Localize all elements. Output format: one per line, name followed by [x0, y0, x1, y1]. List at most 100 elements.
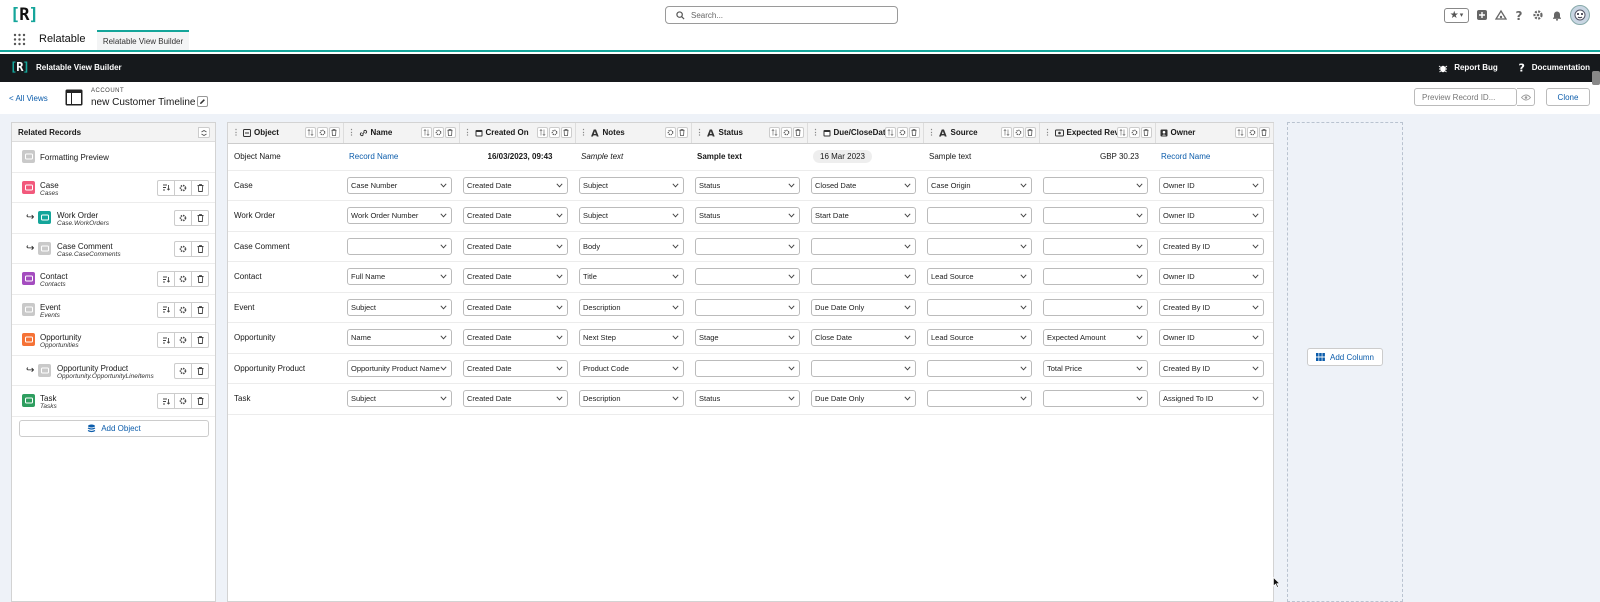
field-select[interactable]: Title	[579, 268, 684, 286]
field-select[interactable]: Total Price	[1043, 359, 1148, 377]
settings-button[interactable]	[174, 240, 192, 257]
field-select[interactable]: Created By ID	[1159, 298, 1264, 316]
related-record-item[interactable]: Formatting Preview	[12, 142, 215, 173]
field-select[interactable]: Next Step	[579, 329, 684, 347]
drag-handle-icon[interactable]: ⋮	[232, 128, 240, 137]
field-select[interactable]	[927, 207, 1032, 225]
field-select[interactable]: Due Date Only	[811, 390, 916, 408]
field-select[interactable]: Owner ID	[1159, 207, 1264, 225]
field-select[interactable]	[811, 268, 916, 286]
field-select[interactable]: Subject	[347, 298, 452, 316]
column-settings-button[interactable]	[1012, 127, 1024, 138]
field-select[interactable]	[1043, 268, 1148, 286]
favorites-button[interactable]: ★ ▾	[1444, 7, 1469, 23]
field-select[interactable]: Stage	[695, 329, 800, 347]
settings-button[interactable]	[174, 179, 192, 196]
column-delete-button[interactable]	[908, 127, 920, 138]
column-settings-button[interactable]	[780, 127, 792, 138]
add-icon[interactable]	[1476, 9, 1488, 21]
field-select[interactable]	[927, 390, 1032, 408]
field-select[interactable]	[695, 237, 800, 255]
field-select[interactable]: Subject	[347, 390, 452, 408]
column-delete-button[interactable]	[444, 127, 456, 138]
field-select[interactable]: Created Date	[463, 390, 568, 408]
preview-record-input[interactable]: Preview Record ID...	[1414, 88, 1517, 106]
add-object-button[interactable]: Add Object	[19, 420, 209, 437]
settings-button[interactable]	[174, 210, 192, 226]
column-header[interactable]: ⋮ A Status	[691, 123, 808, 144]
settings-button[interactable]	[174, 301, 192, 318]
field-select[interactable]: Owner ID	[1159, 329, 1264, 347]
drag-handle-icon[interactable]: ⋮	[464, 128, 472, 137]
field-select[interactable]: Created Date	[463, 176, 568, 194]
field-select[interactable]: Assigned To ID	[1159, 390, 1264, 408]
related-record-item[interactable]: ↪ Case Comment Case.CaseComments	[12, 234, 215, 264]
field-select[interactable]	[1043, 237, 1148, 255]
related-record-item[interactable]: Case Cases	[12, 173, 215, 203]
column-header[interactable]: ⋮ A Source	[923, 123, 1040, 144]
field-select[interactable]: Created Date	[463, 207, 568, 225]
drag-handle-icon[interactable]: ⋮	[1044, 128, 1052, 137]
field-select[interactable]: Owner ID	[1159, 176, 1264, 194]
field-select[interactable]: Status	[695, 176, 800, 194]
field-select[interactable]: Expected Amount	[1043, 329, 1148, 347]
field-select[interactable]: Closed Date	[811, 176, 916, 194]
field-select[interactable]	[811, 237, 916, 255]
field-select[interactable]	[1043, 176, 1148, 194]
delete-button[interactable]	[191, 179, 209, 196]
global-search[interactable]: Search...	[665, 6, 898, 24]
column-settings-button[interactable]	[432, 127, 444, 138]
column-header[interactable]: ⋮ Created On	[459, 123, 576, 144]
field-select[interactable]: Created By ID	[1159, 359, 1264, 377]
column-header[interactable]: Owner	[1155, 123, 1274, 144]
reorder-button[interactable]	[1116, 127, 1128, 138]
column-settings-button[interactable]	[548, 127, 560, 138]
trailhead-icon[interactable]	[1495, 9, 1507, 21]
app-launcher-icon[interactable]	[13, 33, 26, 46]
field-select[interactable]: Due Date Only	[811, 298, 916, 316]
sort-button[interactable]	[157, 332, 175, 348]
tab-relatable-view-builder[interactable]: Relatable View Builder	[97, 30, 189, 50]
field-select[interactable]	[1043, 390, 1148, 408]
column-delete-button[interactable]	[1140, 127, 1152, 138]
field-select[interactable]: Created Date	[463, 359, 568, 377]
delete-button[interactable]	[191, 210, 209, 226]
field-select[interactable]: Owner ID	[1159, 268, 1264, 286]
edit-name-button[interactable]	[197, 96, 208, 107]
column-delete-button[interactable]	[328, 127, 340, 138]
field-select[interactable]: Name	[347, 329, 452, 347]
delete-button[interactable]	[191, 332, 209, 348]
field-select[interactable]	[695, 359, 800, 377]
sort-button[interactable]	[157, 301, 175, 318]
gear-icon[interactable]	[1532, 9, 1544, 21]
column-header[interactable]: ⋮ Object	[228, 123, 344, 144]
column-settings-button[interactable]	[316, 127, 328, 138]
column-header[interactable]: ⋮ Expected Reven	[1039, 123, 1156, 144]
column-settings-button[interactable]	[1246, 127, 1258, 138]
delete-button[interactable]	[191, 240, 209, 257]
related-record-item[interactable]: ↪ Opportunity Product Opportunity.Opportun…	[12, 356, 215, 386]
related-record-item[interactable]: Task Tasks	[12, 386, 215, 417]
field-select[interactable]	[1043, 298, 1148, 316]
column-settings-button[interactable]	[1128, 127, 1140, 138]
drag-handle-icon[interactable]: ⋮	[928, 128, 936, 137]
field-select[interactable]: Description	[579, 298, 684, 316]
field-select[interactable]: Case Origin	[927, 176, 1032, 194]
column-header[interactable]: ⋮ A Notes	[575, 123, 692, 144]
column-settings-button[interactable]	[896, 127, 908, 138]
reorder-button[interactable]	[1000, 127, 1012, 138]
field-select[interactable]: Subject	[579, 207, 684, 225]
reorder-button[interactable]	[884, 127, 896, 138]
field-select[interactable]: Created Date	[463, 268, 568, 286]
column-header[interactable]: ⋮ Due/CloseDate	[807, 123, 924, 144]
reorder-button[interactable]	[1234, 127, 1246, 138]
reorder-button[interactable]	[536, 127, 548, 138]
field-select[interactable]: Status	[695, 207, 800, 225]
scrollbar-handle[interactable]	[1592, 71, 1600, 85]
sort-button[interactable]	[157, 271, 175, 287]
delete-button[interactable]	[191, 362, 209, 379]
field-select[interactable]: Full Name	[347, 268, 452, 286]
field-select[interactable]: Opportunity Product Name	[347, 359, 452, 377]
reorder-button[interactable]	[768, 127, 780, 138]
all-views-link[interactable]: < All Views	[9, 94, 48, 103]
